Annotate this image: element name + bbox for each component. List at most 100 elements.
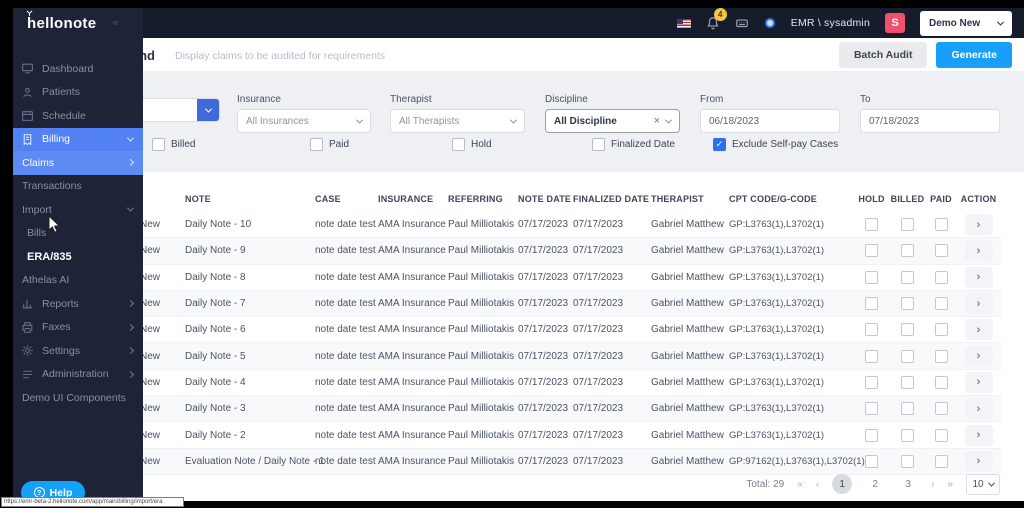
first-page-icon[interactable]: «: [797, 479, 803, 490]
row-action-button[interactable]: ›: [965, 451, 993, 472]
sidebar-item-schedule[interactable]: Schedule: [13, 104, 143, 128]
sidebar-item-transactions[interactable]: Transactions: [13, 175, 143, 199]
sidebar-item-faxes[interactable]: Faxes: [13, 316, 143, 340]
hold-checkbox[interactable]: [865, 350, 878, 363]
hold-checkbox[interactable]: [865, 429, 878, 442]
hold-checkbox[interactable]: [865, 218, 878, 231]
row-action-button[interactable]: ›: [965, 425, 993, 446]
prev-page-icon[interactable]: ‹: [816, 479, 819, 490]
paid-checkbox[interactable]: [935, 429, 948, 442]
table-row[interactable]: Demo NewDaily Note - 6note date testAMA …: [98, 317, 1001, 343]
paid-checkbox[interactable]: [935, 323, 948, 336]
table-row[interactable]: Demo NewDaily Note - 10note date testAMA…: [98, 212, 1001, 238]
clear-icon[interactable]: ×: [654, 115, 660, 127]
row-action-button[interactable]: ›: [965, 398, 993, 419]
billed-checkbox[interactable]: [901, 455, 914, 468]
generate-button[interactable]: Generate: [936, 42, 1012, 68]
from-date-input[interactable]: 06/18/2023: [700, 109, 840, 133]
checkbox-icon[interactable]: [310, 138, 323, 151]
sidebar-item-era-835[interactable]: ERA/835: [13, 245, 143, 269]
hold-checkbox[interactable]: [865, 402, 878, 415]
row-action-button[interactable]: ›: [965, 293, 993, 314]
table-row[interactable]: Demo NewDaily Note - 3note date testAMA …: [98, 396, 1001, 422]
billed-checkbox[interactable]: [901, 323, 914, 336]
row-action-button[interactable]: ›: [965, 214, 993, 235]
sidebar-item-administration[interactable]: Administration: [13, 363, 143, 387]
table-row[interactable]: Demo NewDaily Note - 2note date testAMA …: [98, 422, 1001, 448]
row-action-button[interactable]: ›: [965, 267, 993, 288]
sidebar-item-demo-ui-components[interactable]: Demo UI Components: [13, 386, 143, 410]
table-row[interactable]: Demo NewDaily Note - 8note date testAMA …: [98, 265, 1001, 291]
billed-checkbox[interactable]: [901, 218, 914, 231]
hold-checkbox[interactable]: [865, 323, 878, 336]
billed-checkbox[interactable]: [901, 350, 914, 363]
avatar[interactable]: S: [885, 13, 905, 33]
therapist-filter-select[interactable]: All Therapists: [390, 109, 525, 133]
page-button-1[interactable]: 1: [832, 474, 852, 494]
sidebar-collapse-icon[interactable]: «: [112, 17, 118, 29]
table-row[interactable]: Demo NewDaily Note - 7note date testAMA …: [98, 291, 1001, 317]
billed-checkbox[interactable]: [901, 297, 914, 310]
sidebar-item-import[interactable]: Import: [13, 198, 143, 222]
billed-checkbox[interactable]: [901, 429, 914, 442]
row-action-button[interactable]: ›: [965, 372, 993, 393]
row-action-button[interactable]: ›: [965, 346, 993, 367]
batch-audit-button[interactable]: Batch Audit: [839, 42, 928, 68]
sidebar-item-patients[interactable]: Patients: [13, 81, 143, 105]
billed-checkbox[interactable]: [901, 244, 914, 257]
last-page-icon[interactable]: »: [947, 479, 953, 490]
sidebar-item-bills[interactable]: Bills: [13, 222, 143, 246]
next-page-icon[interactable]: ›: [931, 479, 934, 490]
paid-checkbox[interactable]: [935, 218, 948, 231]
to-date-input[interactable]: 07/18/2023: [860, 109, 1000, 133]
patient-filter-dropdown-button[interactable]: [197, 98, 219, 122]
language-flag-icon[interactable]: [677, 19, 691, 28]
page-button-3[interactable]: 3: [898, 474, 918, 494]
beacon-icon[interactable]: [764, 17, 776, 29]
table-row[interactable]: Demo NewDaily Note - 4note date testAMA …: [98, 370, 1001, 396]
checkbox-billed[interactable]: Billed: [152, 138, 195, 151]
table-row[interactable]: Demo NewDaily Note - 9note date testAMA …: [98, 238, 1001, 264]
sidebar-item-claims[interactable]: Claims: [13, 151, 143, 175]
checkbox-icon[interactable]: [592, 138, 605, 151]
checkbox-exclude-self-pay-cases[interactable]: ✓Exclude Self-pay Cases: [713, 138, 838, 151]
paid-checkbox[interactable]: [935, 376, 948, 389]
page-button-2[interactable]: 2: [865, 474, 885, 494]
sidebar-item-reports[interactable]: Reports: [13, 292, 143, 316]
paid-checkbox[interactable]: [935, 244, 948, 257]
discipline-filter-select[interactable]: All Discipline ×: [545, 109, 680, 133]
notifications-bell-icon[interactable]: 4: [706, 16, 720, 30]
hold-checkbox[interactable]: [865, 297, 878, 310]
paid-checkbox[interactable]: [935, 297, 948, 310]
keyboard-icon[interactable]: [735, 16, 749, 30]
checkbox-icon[interactable]: [152, 138, 165, 151]
checkbox-hold[interactable]: Hold: [452, 138, 492, 151]
hold-checkbox[interactable]: [865, 244, 878, 257]
billed-checkbox[interactable]: [901, 271, 914, 284]
page-size-select[interactable]: 10: [966, 474, 1000, 495]
checkbox-paid[interactable]: Paid: [310, 138, 349, 151]
sidebar-item-dashboard[interactable]: Dashboard: [13, 57, 143, 81]
hold-checkbox[interactable]: [865, 271, 878, 284]
sidebar-item-settings[interactable]: Settings: [13, 339, 143, 363]
paid-checkbox[interactable]: [935, 350, 948, 363]
hold-checkbox[interactable]: [865, 455, 878, 468]
checkbox-finalized-date[interactable]: Finalized Date: [592, 138, 675, 151]
billed-checkbox[interactable]: [901, 376, 914, 389]
sidebar-item-billing[interactable]: Billing: [13, 128, 143, 152]
clinic-selector[interactable]: Demo New: [920, 11, 1012, 36]
paid-checkbox[interactable]: [935, 455, 948, 468]
row-action-button[interactable]: ›: [965, 240, 993, 261]
table-row[interactable]: Demo NewDaily Note - 5note date testAMA …: [98, 343, 1001, 369]
row-action-button[interactable]: ›: [965, 319, 993, 340]
checkbox-label: Finalized Date: [611, 139, 675, 150]
sidebar-item-athelas-ai[interactable]: Athelas AI: [13, 269, 143, 293]
paid-checkbox[interactable]: [935, 402, 948, 415]
insurance-filter-select[interactable]: All Insurances: [237, 109, 371, 133]
billed-checkbox[interactable]: [901, 402, 914, 415]
hold-checkbox[interactable]: [865, 376, 878, 389]
cell-note-date: 07/17/2023: [518, 351, 573, 362]
checkbox-icon[interactable]: [452, 138, 465, 151]
checkbox-checked-icon[interactable]: ✓: [713, 138, 726, 151]
paid-checkbox[interactable]: [935, 271, 948, 284]
